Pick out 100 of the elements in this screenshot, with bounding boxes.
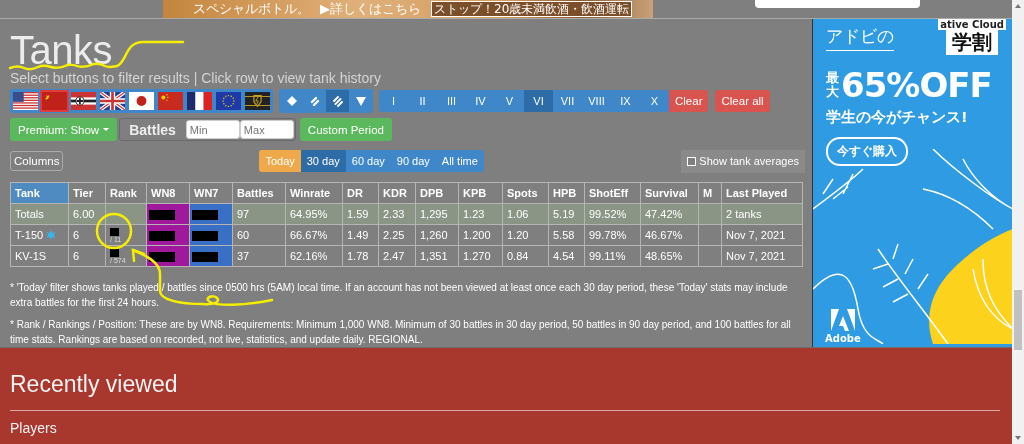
flag-button[interactable] — [69, 90, 98, 112]
table-cell: 2 tanks — [726, 208, 762, 220]
period-tab[interactable]: 60 day — [345, 150, 391, 172]
tier-button[interactable]: I — [379, 90, 408, 112]
column-header[interactable]: WN7 — [189, 182, 233, 204]
column-header[interactable]: KPB — [458, 182, 503, 204]
table-cell: 2.33 — [383, 208, 405, 220]
caret-icon — [103, 128, 110, 131]
table-cell: Nov 7, 2021 — [726, 250, 786, 262]
column-header[interactable]: M — [698, 182, 722, 204]
clear-all-button[interactable]: Clear all — [715, 90, 770, 112]
scroll-down-icon[interactable] — [1015, 436, 1021, 440]
diamond-icon — [285, 95, 298, 107]
flag-button[interactable] — [98, 90, 127, 112]
tier-button[interactable]: VI — [524, 90, 553, 112]
double-bar-icon — [308, 95, 321, 107]
buy-button[interactable]: 今すぐ購入 — [826, 137, 908, 166]
column-header[interactable]: Tank — [10, 182, 69, 204]
circle-annotation — [95, 212, 133, 250]
flag-button[interactable] — [185, 90, 214, 112]
column-header[interactable]: Rank — [105, 182, 147, 204]
table-cell: 60 — [237, 229, 250, 241]
period-tab[interactable]: All time — [435, 150, 484, 172]
column-header[interactable]: HPB — [548, 182, 585, 204]
ad-banner[interactable]: スペシャルボトル。 ▶詳しくはこちら ストップ！20歳未満飲酒・飲酒運転 — [163, 0, 653, 18]
checkbox-label: Show tank averages — [699, 155, 799, 167]
table-cell: 6 — [73, 229, 80, 241]
ad-logo-text: Adobe — [825, 333, 861, 344]
flag-icon — [158, 92, 183, 110]
column-header[interactable]: Spots — [502, 182, 549, 204]
input-field[interactable]: Max — [239, 120, 294, 139]
ad-badge: 学割 — [946, 30, 999, 55]
flag-icon — [71, 92, 96, 110]
tank-name: T-150 — [15, 229, 44, 241]
table-cell: 99.78% — [589, 229, 627, 241]
table-cell: 46.67% — [645, 229, 683, 241]
averages-toggle[interactable]: Show tank averages — [681, 149, 805, 173]
period-tab[interactable]: 90 day — [390, 150, 436, 172]
table-cell: 2.47 — [383, 250, 405, 262]
ad-prefix: 最大 — [826, 70, 839, 100]
flag-icon — [100, 92, 125, 110]
flag-icon — [129, 92, 154, 110]
tier-button[interactable]: II — [408, 90, 437, 112]
table-cell: 47.42% — [645, 208, 683, 220]
table-cell: 0.84 — [507, 250, 529, 262]
table-cell: 1,260 — [420, 229, 448, 241]
column-header[interactable]: Battles — [232, 182, 286, 204]
flag-button[interactable] — [11, 90, 40, 112]
table-cell: 1,351 — [420, 250, 448, 262]
tier-button[interactable]: IV — [466, 90, 495, 112]
tier-button[interactable]: V — [495, 90, 524, 112]
footnote: * 'Today' filter shows tanks played / battles since 0500 hrs (5AM) local time. If an account has not been viewed at least once each 30 day period, these 'Today' stats may include extra battles for the first 24 hours. — [10, 281, 789, 310]
column-header[interactable]: KDR — [378, 182, 416, 204]
scroll-up-icon[interactable] — [1015, 4, 1021, 8]
column-header[interactable]: WN8 — [146, 182, 190, 204]
scrollbar-thumb[interactable] — [1014, 290, 1022, 350]
column-header[interactable]: Survival — [640, 182, 699, 204]
table-cell: 5.58 — [553, 229, 575, 241]
tier-button[interactable]: VII — [553, 90, 582, 112]
ad-heading: アドビの — [826, 25, 894, 51]
subsection-heading: Players — [10, 420, 57, 436]
tier-button[interactable]: IX — [611, 90, 640, 112]
flag-icon — [42, 92, 67, 110]
table-cell: Nov 7, 2021 — [726, 229, 786, 241]
adobe-logo-icon — [830, 309, 855, 331]
column-header[interactable]: Tier — [68, 182, 106, 204]
flag-icon — [187, 92, 212, 110]
column-header[interactable]: DR — [342, 182, 379, 204]
table-cell: 1.270 — [463, 250, 491, 262]
table-cell: 1.23 — [463, 208, 485, 220]
premium-dropdown[interactable]: Premium: Show — [10, 118, 118, 141]
tier-button[interactable]: VIII — [582, 90, 611, 112]
tier-button[interactable]: X — [640, 90, 669, 112]
clear-button[interactable]: Clear — [669, 90, 709, 112]
triangle-icon — [354, 95, 367, 107]
custom-period-button[interactable]: Custom Period — [299, 118, 392, 141]
type-button[interactable] — [326, 90, 349, 112]
column-header[interactable]: Last Played — [721, 182, 803, 204]
tier-button[interactable]: III — [437, 90, 466, 112]
totals-row[interactable]: Totals 6.00 97 64.95% 1.59 2.33 1,295 1.23 1.06 5.19 99.52% 47.42% 2 tanks — [10, 203, 803, 225]
period-tab[interactable]: 30 day — [300, 150, 346, 172]
page-title: Tanks — [10, 34, 112, 66]
flag-icon — [216, 92, 241, 110]
flag-button[interactable] — [243, 90, 272, 112]
column-header[interactable]: Winrate — [285, 182, 343, 204]
columns-button[interactable]: Columns — [10, 151, 64, 171]
ad-link[interactable]: ▶詳しくはこちら — [320, 1, 421, 17]
ad-tagline: 学生の今がチャンス! — [825, 108, 969, 127]
page-subtitle: Select buttons to filter results | Click row to view tank history — [10, 70, 381, 86]
input-field[interactable]: Min — [185, 120, 240, 139]
table-cell: 62.16% — [290, 250, 328, 262]
table-cell: 97 — [237, 208, 250, 220]
table-cell: 6.00 — [73, 208, 95, 220]
checkbox[interactable] — [687, 156, 697, 166]
flag-button[interactable] — [127, 90, 156, 112]
column-header[interactable]: DPB — [415, 182, 459, 204]
period-tab[interactable]: Today — [259, 150, 301, 172]
table-cell: 1,295 — [420, 208, 448, 220]
column-header[interactable]: ShotEff — [584, 182, 641, 204]
triple-bar-icon — [331, 95, 344, 107]
